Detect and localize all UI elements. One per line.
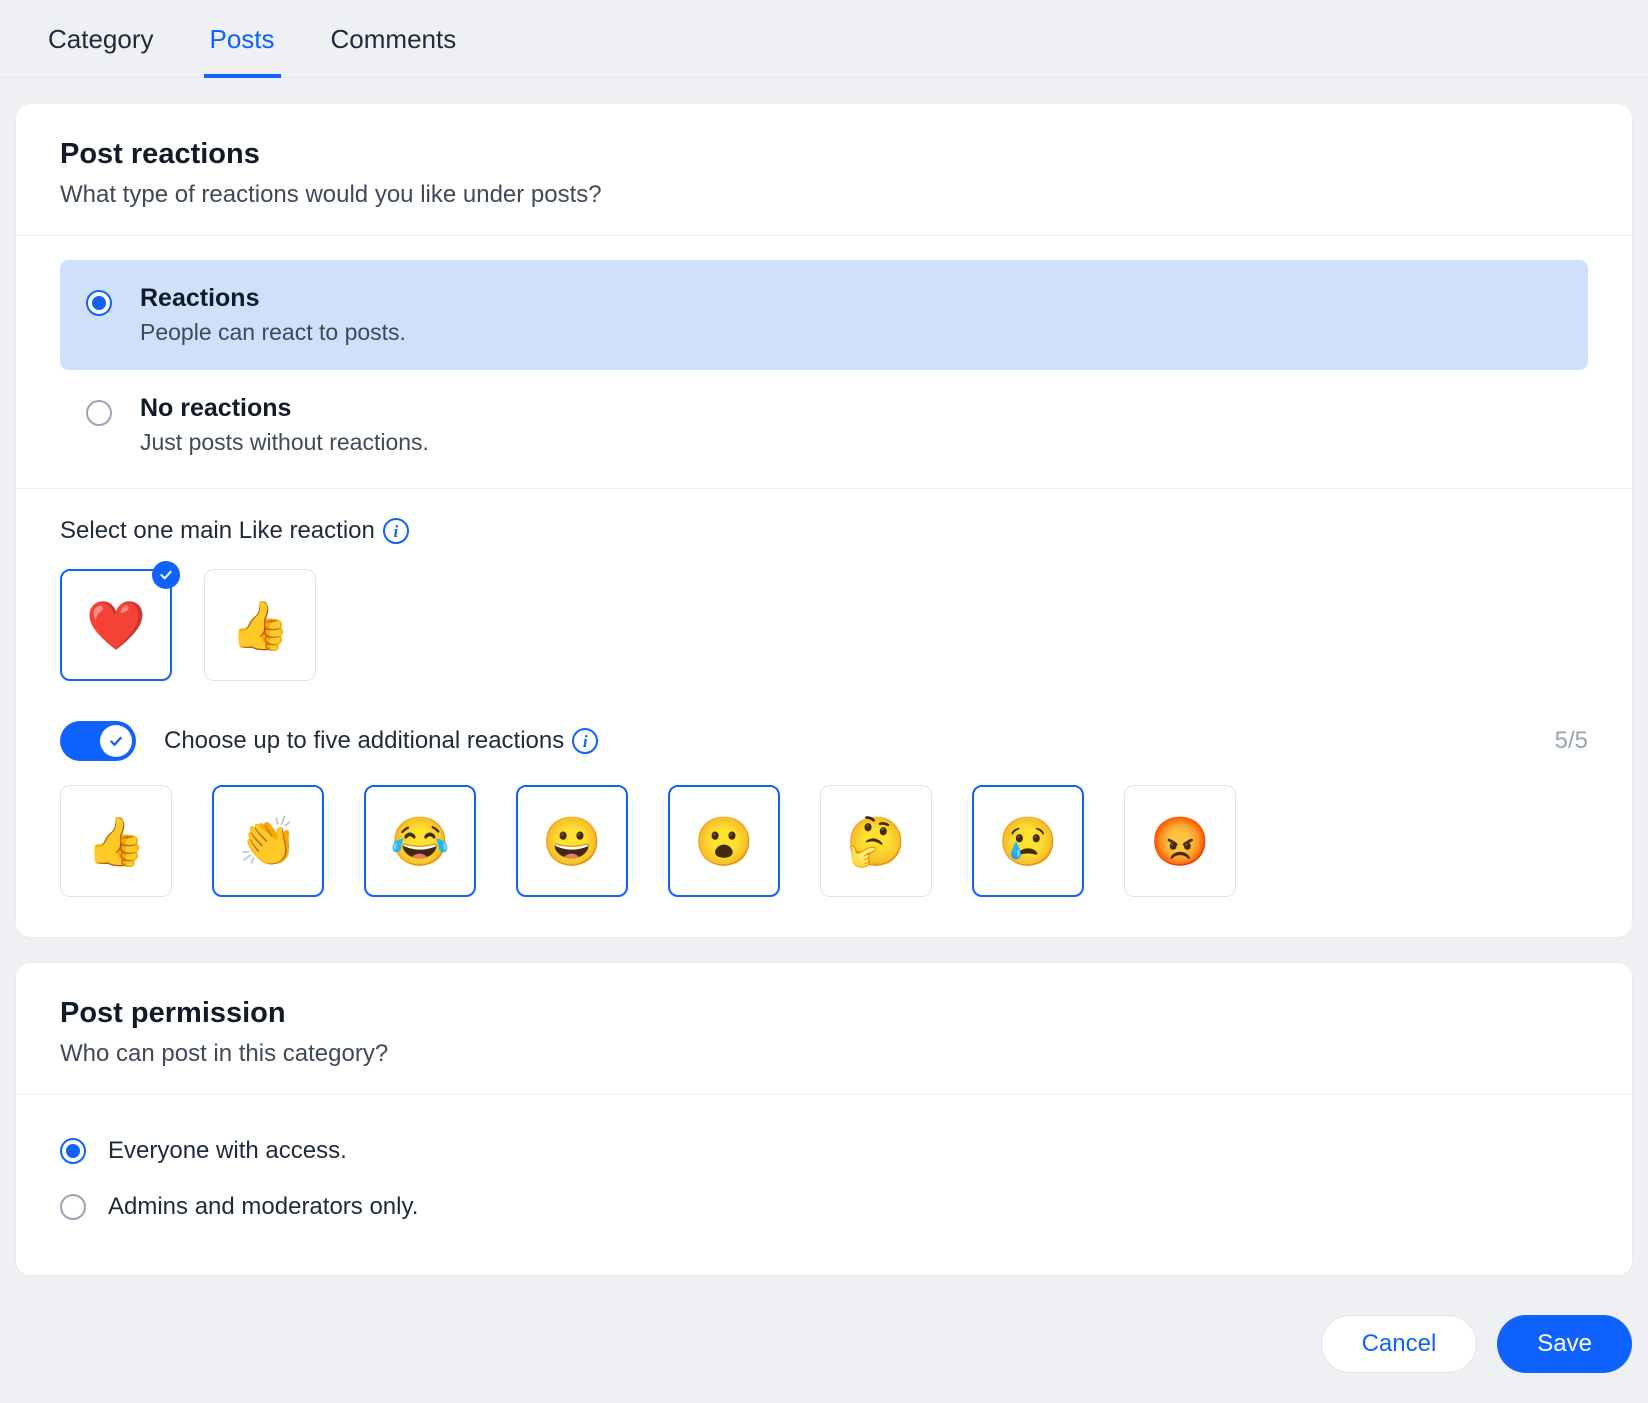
main-like-label-row: Select one main Like reaction i <box>60 517 1588 545</box>
permission-label: Everyone with access. <box>108 1137 347 1165</box>
tab-posts[interactable]: Posts <box>210 24 275 77</box>
thumbs-up-icon: 👍 <box>230 597 290 654</box>
option-desc: Just posts without reactions. <box>140 429 429 456</box>
post-permission-header: Post permission Who can post in this cat… <box>16 963 1632 1095</box>
post-reactions-body: Reactions People can react to posts. No … <box>16 236 1632 937</box>
thinking-icon: 🤔 <box>846 813 906 870</box>
main-like-label: Select one main Like reaction <box>60 517 375 545</box>
option-reactions-on[interactable]: Reactions People can react to posts. <box>60 260 1588 370</box>
clap-icon: 👏 <box>238 813 298 870</box>
main-like-thumbs-up[interactable]: 👍 <box>204 569 316 681</box>
check-badge-icon <box>152 561 180 589</box>
tab-category[interactable]: Category <box>48 24 154 77</box>
post-reactions-subtitle: What type of reactions would you like un… <box>60 181 1588 209</box>
save-button[interactable]: Save <box>1497 1315 1632 1373</box>
additional-toggle-row: Choose up to five additional reactions i… <box>60 721 1588 761</box>
additional-reactions-label: Choose up to five additional reactions <box>164 727 564 755</box>
tabs-bar: Category Posts Comments <box>0 0 1648 78</box>
radio-icon <box>86 290 112 316</box>
sad-icon: 😢 <box>998 813 1058 870</box>
radio-icon <box>60 1194 86 1220</box>
thumbs-up-icon: 👍 <box>86 813 146 870</box>
reaction-sad[interactable]: 😢 <box>972 785 1084 897</box>
option-title: No reactions <box>140 394 429 423</box>
cancel-button[interactable]: Cancel <box>1321 1315 1478 1373</box>
radio-icon <box>60 1138 86 1164</box>
post-reactions-card: Post reactions What type of reactions wo… <box>16 104 1632 937</box>
post-permission-title: Post permission <box>60 997 1588 1030</box>
option-reactions-off[interactable]: No reactions Just posts without reaction… <box>60 370 1588 480</box>
reaction-joy[interactable]: 😂 <box>364 785 476 897</box>
footer-actions: Cancel Save <box>0 1275 1648 1403</box>
wow-icon: 😮 <box>694 813 754 870</box>
post-permission-subtitle: Who can post in this category? <box>60 1040 1588 1068</box>
reaction-clap[interactable]: 👏 <box>212 785 324 897</box>
angry-icon: 😡 <box>1150 813 1210 870</box>
option-desc: People can react to posts. <box>140 319 406 346</box>
permission-everyone[interactable]: Everyone with access. <box>60 1123 1588 1179</box>
info-icon[interactable]: i <box>383 518 409 544</box>
post-permission-body: Everyone with access. Admins and moderat… <box>16 1095 1632 1275</box>
permission-label: Admins and moderators only. <box>108 1193 418 1221</box>
additional-reactions-row: 👍 👏 😂 😀 😮 🤔 😢 <box>60 785 1588 897</box>
additional-reactions-toggle[interactable] <box>60 721 136 761</box>
post-reactions-title: Post reactions <box>60 138 1588 171</box>
smile-icon: 😀 <box>542 813 602 870</box>
divider <box>16 488 1632 489</box>
additional-label-row: Choose up to five additional reactions i <box>164 727 598 755</box>
main-like-heart[interactable]: ❤️ <box>60 569 172 681</box>
reaction-smile[interactable]: 😀 <box>516 785 628 897</box>
reaction-thumbs-up[interactable]: 👍 <box>60 785 172 897</box>
joy-icon: 😂 <box>390 813 450 870</box>
reaction-angry[interactable]: 😡 <box>1124 785 1236 897</box>
heart-icon: ❤️ <box>86 597 146 654</box>
additional-reactions-counter: 5/5 <box>1555 727 1588 755</box>
post-permission-card: Post permission Who can post in this cat… <box>16 963 1632 1275</box>
permission-admins-only[interactable]: Admins and moderators only. <box>60 1179 1588 1235</box>
reaction-wow[interactable]: 😮 <box>668 785 780 897</box>
radio-icon <box>86 400 112 426</box>
post-reactions-header: Post reactions What type of reactions wo… <box>16 104 1632 236</box>
info-icon[interactable]: i <box>572 728 598 754</box>
reaction-thinking[interactable]: 🤔 <box>820 785 932 897</box>
option-title: Reactions <box>140 284 406 313</box>
toggle-knob <box>100 725 132 757</box>
tab-comments[interactable]: Comments <box>331 24 457 77</box>
main-like-row: ❤️ 👍 <box>60 569 1588 681</box>
